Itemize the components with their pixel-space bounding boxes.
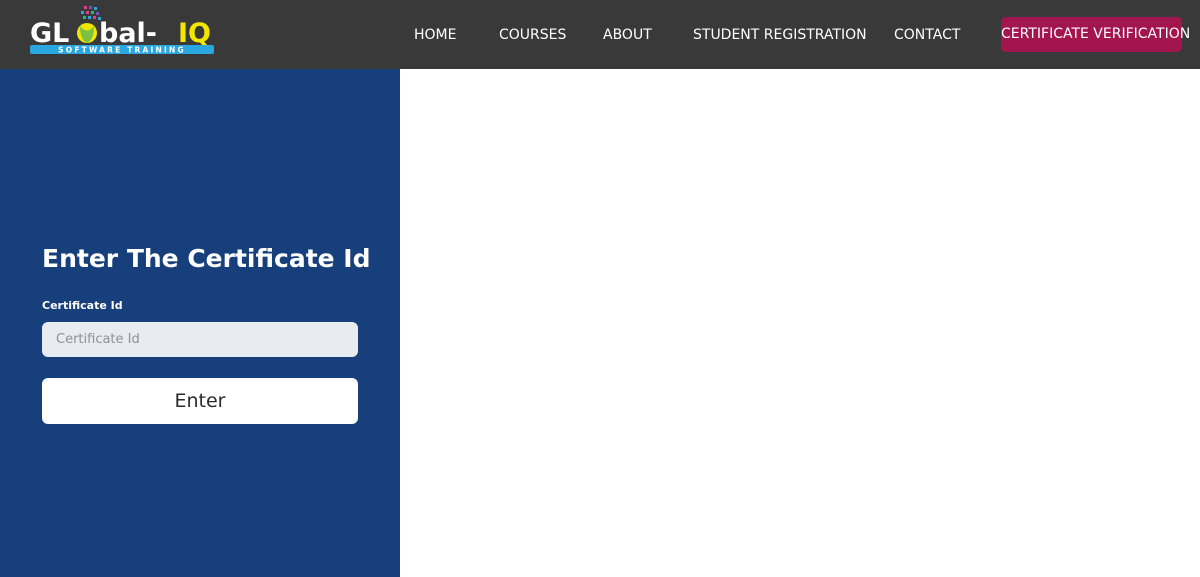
logo-tagline: SOFTWARE TRAINING [58,46,186,55]
logo-letters-iq: IQ [178,18,211,49]
nav-about-link[interactable]: ABOUT [603,25,652,45]
global-iq-logo[interactable]: GL bal- IQ SOFTWARE TRAINING [28,4,234,56]
nav-home-link[interactable]: HOME [414,25,456,45]
certificate-id-input[interactable] [42,322,358,357]
nav-contact-link[interactable]: CONTACT [894,25,960,45]
content-area [400,69,1200,577]
panel-title: Enter The Certificate Id [42,244,371,273]
nav-student-registration-link[interactable]: STUDENT REGISTRATION [693,25,867,45]
nav-certificate-verification-button[interactable]: CERTIFICATE VERIFICATION [1001,17,1190,52]
top-navbar: GL bal- IQ SOFTWARE TRAINING HOME COURSE… [0,0,1200,69]
nav-courses-link[interactable]: COURSES [499,25,566,45]
certificate-id-label: Certificate Id [42,299,123,312]
logo-graphic: GL bal- IQ SOFTWARE TRAINING [30,6,214,55]
logo-letters-gl: GL [30,18,69,49]
logo-dot-cluster [81,6,101,20]
logo-letters-bal: bal- [99,18,157,49]
enter-button[interactable]: Enter [42,378,358,424]
certificate-verification-panel: Enter The Certificate Id Certificate Id … [0,69,400,577]
